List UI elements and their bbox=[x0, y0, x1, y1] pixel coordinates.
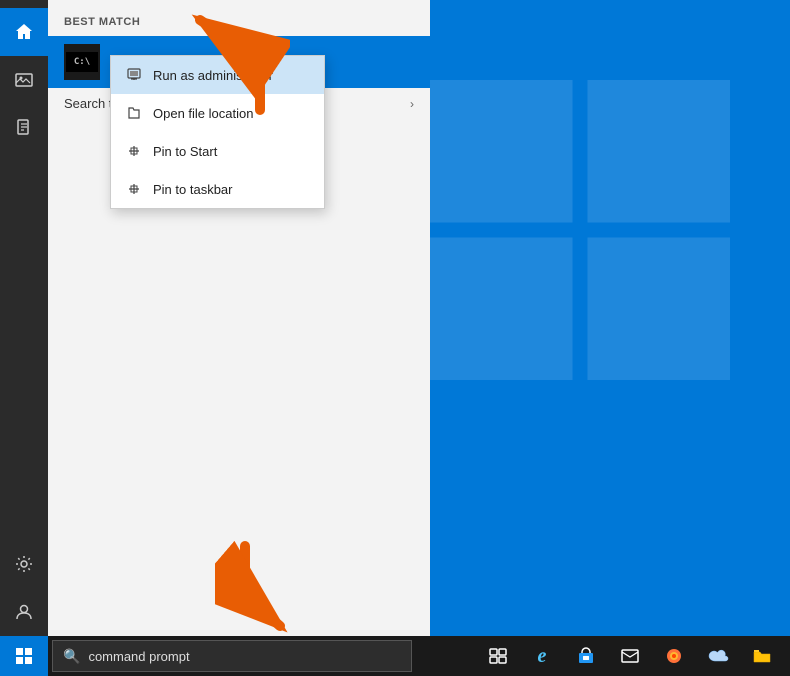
cmd-app-icon: C:\ bbox=[64, 44, 100, 80]
run-admin-label: Run as administrator bbox=[153, 68, 273, 83]
sidebar-item-photo[interactable] bbox=[0, 56, 48, 104]
open-file-label: Open file location bbox=[153, 106, 253, 121]
sidebar bbox=[0, 0, 48, 636]
context-menu: Run as administrator Open file location bbox=[110, 55, 325, 209]
onedrive-icon bbox=[707, 649, 729, 663]
taskbar-search-icon: 🔍 bbox=[63, 648, 80, 665]
pin-taskbar-label: Pin to taskbar bbox=[153, 182, 233, 197]
home-icon bbox=[15, 23, 33, 41]
store-icon bbox=[577, 647, 595, 665]
document-icon bbox=[16, 119, 32, 137]
taskbar-task-view[interactable] bbox=[478, 636, 518, 676]
taskbar-edge[interactable]: e bbox=[522, 636, 562, 676]
taskbar: 🔍 command prompt e bbox=[0, 636, 790, 676]
context-item-pin-taskbar[interactable]: Pin to taskbar bbox=[111, 170, 324, 208]
run-admin-icon bbox=[125, 66, 143, 84]
taskbar-search-text: command prompt bbox=[88, 649, 189, 664]
mail-icon bbox=[621, 649, 639, 663]
taskbar-search-bar[interactable]: 🔍 command prompt bbox=[52, 640, 412, 672]
taskbar-store[interactable] bbox=[566, 636, 606, 676]
start-main: Best match C:\ Command Prompt Search the… bbox=[48, 0, 430, 636]
context-item-open-file[interactable]: Open file location bbox=[111, 94, 324, 132]
start-menu: Best match C:\ Command Prompt Search the… bbox=[0, 0, 430, 636]
taskbar-start-button[interactable] bbox=[0, 636, 48, 676]
windows-start-icon bbox=[15, 647, 33, 665]
pin-taskbar-icon bbox=[125, 180, 143, 198]
user-icon bbox=[15, 603, 33, 621]
taskbar-explorer[interactable] bbox=[742, 636, 782, 676]
taskbar-firefox[interactable] bbox=[654, 636, 694, 676]
file-explorer-icon bbox=[753, 648, 771, 664]
sidebar-bottom bbox=[0, 540, 48, 636]
sidebar-item-user[interactable] bbox=[0, 588, 48, 636]
context-item-run-admin[interactable]: Run as administrator bbox=[111, 56, 324, 94]
pin-start-label: Pin to Start bbox=[153, 144, 217, 159]
chevron-right-icon: › bbox=[410, 97, 414, 111]
settings-icon bbox=[15, 555, 33, 573]
firefox-icon bbox=[665, 647, 683, 665]
edge-icon: e bbox=[538, 645, 547, 668]
best-match-label: Best match bbox=[48, 12, 430, 36]
task-view-icon bbox=[489, 648, 507, 664]
pin-start-icon bbox=[125, 142, 143, 160]
sidebar-item-home[interactable] bbox=[0, 8, 48, 56]
sidebar-item-settings[interactable] bbox=[0, 540, 48, 588]
taskbar-onedrive[interactable] bbox=[698, 636, 738, 676]
sidebar-item-doc[interactable] bbox=[0, 104, 48, 152]
open-file-icon bbox=[125, 104, 143, 122]
taskbar-mail[interactable] bbox=[610, 636, 650, 676]
taskbar-right-icons: e bbox=[478, 636, 790, 676]
context-item-pin-start[interactable]: Pin to Start bbox=[111, 132, 324, 170]
photo-icon bbox=[15, 71, 33, 89]
windows-logo-watermark bbox=[430, 80, 730, 380]
